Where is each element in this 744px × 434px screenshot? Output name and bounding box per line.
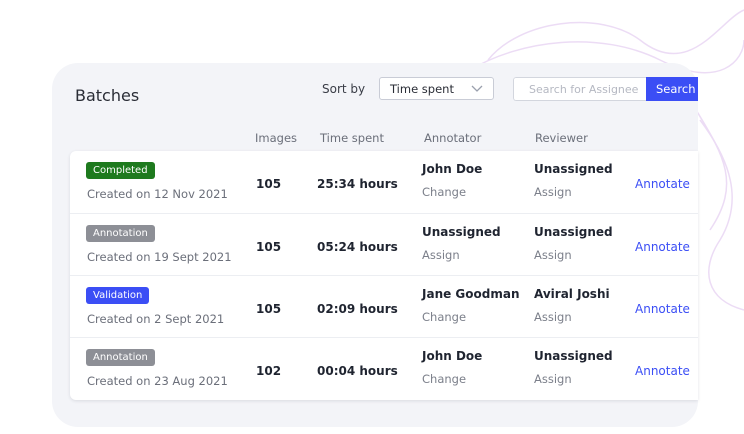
table-row: Completed Created on 12 Nov 2021 105 25:… <box>70 151 698 213</box>
created-date: Created on 23 Aug 2021 <box>87 374 228 388</box>
annotate-link[interactable]: Annotate <box>635 364 690 378</box>
batches-table: Completed Created on 12 Nov 2021 105 25:… <box>70 151 698 400</box>
table-row: Annotation Created on 19 Sept 2021 105 0… <box>70 213 698 276</box>
time-spent: 00:04 hours <box>317 364 398 378</box>
table-row: Validation Created on 2 Sept 2021 105 02… <box>70 275 698 338</box>
reviewer-name: Unassigned <box>534 225 613 239</box>
status-badge: Validation <box>86 287 150 304</box>
annotator-name: John Doe <box>422 162 483 176</box>
annotator-name: Unassigned <box>422 225 501 239</box>
page-title: Batches <box>75 86 140 105</box>
change-annotator-link[interactable]: Change <box>422 310 466 324</box>
assign-reviewer-link[interactable]: Assign <box>534 248 572 262</box>
column-header-time-spent: Time spent <box>320 131 384 145</box>
status-badge: Annotation <box>86 225 155 242</box>
column-header-annotator: Annotator <box>424 131 482 145</box>
chevron-down-icon <box>470 83 484 97</box>
annotator-name: Jane Goodman <box>422 287 520 301</box>
annotate-link[interactable]: Annotate <box>635 302 690 316</box>
annotate-link[interactable]: Annotate <box>635 240 690 254</box>
images-count: 105 <box>256 177 282 191</box>
sort-select[interactable]: Time spent <box>379 77 494 100</box>
change-annotator-link[interactable]: Change <box>422 185 466 199</box>
created-date: Created on 2 Sept 2021 <box>87 312 225 326</box>
images-count: 105 <box>256 240 282 254</box>
images-count: 105 <box>256 302 282 316</box>
assign-reviewer-link[interactable]: Assign <box>534 310 572 324</box>
created-date: Created on 19 Sept 2021 <box>87 250 232 264</box>
change-annotator-link[interactable]: Change <box>422 372 466 386</box>
search-bar: Search <box>513 77 698 101</box>
reviewer-name: Unassigned <box>534 349 613 363</box>
table-row: Annotation Created on 23 Aug 2021 102 00… <box>70 337 698 400</box>
column-header-reviewer: Reviewer <box>535 131 588 145</box>
time-spent: 02:09 hours <box>317 302 398 316</box>
reviewer-name: Unassigned <box>534 162 613 176</box>
annotate-link[interactable]: Annotate <box>635 177 690 191</box>
search-input[interactable] <box>513 77 646 101</box>
sort-by-label: Sort by <box>322 82 366 96</box>
column-header-images: Images <box>255 131 298 145</box>
assign-reviewer-link[interactable]: Assign <box>534 372 572 386</box>
sort-select-value: Time spent <box>390 81 454 96</box>
created-date: Created on 12 Nov 2021 <box>87 187 228 201</box>
assign-reviewer-link[interactable]: Assign <box>534 185 572 199</box>
annotator-name: John Doe <box>422 349 483 363</box>
images-count: 102 <box>256 364 282 378</box>
reviewer-name: Aviral Joshi <box>534 287 610 301</box>
search-button[interactable]: Search <box>646 77 698 101</box>
status-badge: Completed <box>86 162 155 179</box>
status-badge: Annotation <box>86 349 155 366</box>
assign-annotator-link[interactable]: Assign <box>422 248 460 262</box>
time-spent: 05:24 hours <box>317 240 398 254</box>
time-spent: 25:34 hours <box>317 177 398 191</box>
